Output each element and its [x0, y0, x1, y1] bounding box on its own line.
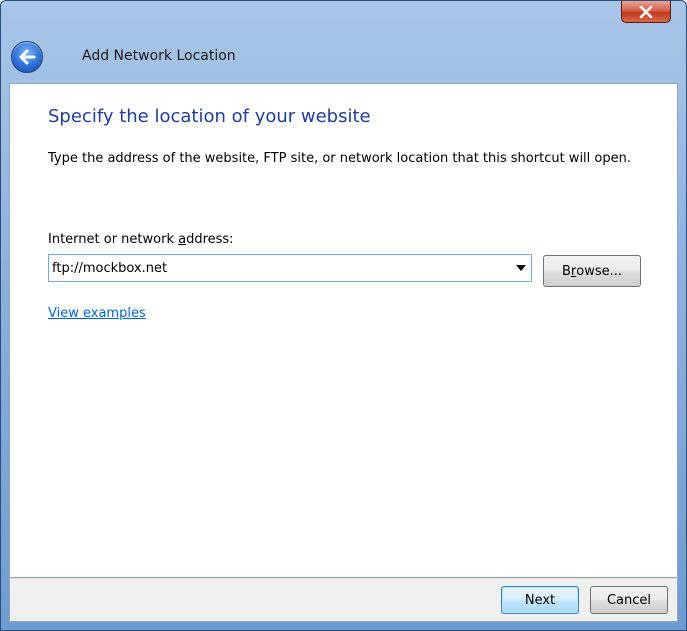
- chevron-down-icon: [516, 265, 526, 271]
- back-arrow-icon: [19, 49, 36, 65]
- window-title: Add Network Location: [82, 48, 236, 64]
- cancel-button[interactable]: Cancel: [590, 586, 668, 614]
- address-label: Internet or network address:: [48, 232, 234, 247]
- address-label-prefix: Internet or network: [48, 232, 179, 247]
- dialog-window: Add Network Location Specify the locatio…: [0, 0, 687, 631]
- address-combobox[interactable]: [48, 254, 532, 282]
- address-label-accelerator: a: [178, 232, 187, 247]
- title-bar: Add Network Location: [1, 1, 686, 83]
- dropdown-button[interactable]: [512, 259, 530, 277]
- close-icon: [639, 5, 653, 18]
- back-button[interactable]: [11, 41, 43, 73]
- next-button[interactable]: Next: [501, 586, 579, 614]
- page-description: Type the address of the website, FTP sit…: [48, 151, 631, 166]
- page-heading: Specify the location of your website: [48, 106, 371, 127]
- content-panel: Specify the location of your website Typ…: [9, 83, 678, 578]
- browse-label-prefix: B: [561, 263, 571, 279]
- close-button[interactable]: [621, 1, 671, 23]
- browse-label-suffix: owse...: [576, 263, 623, 279]
- dialog-footer: Next Cancel: [9, 578, 678, 622]
- view-examples-link[interactable]: View examples: [48, 306, 146, 321]
- address-label-suffix: ddress:: [186, 232, 234, 247]
- address-input[interactable]: [49, 255, 504, 281]
- browse-button[interactable]: Br owse...: [543, 255, 641, 287]
